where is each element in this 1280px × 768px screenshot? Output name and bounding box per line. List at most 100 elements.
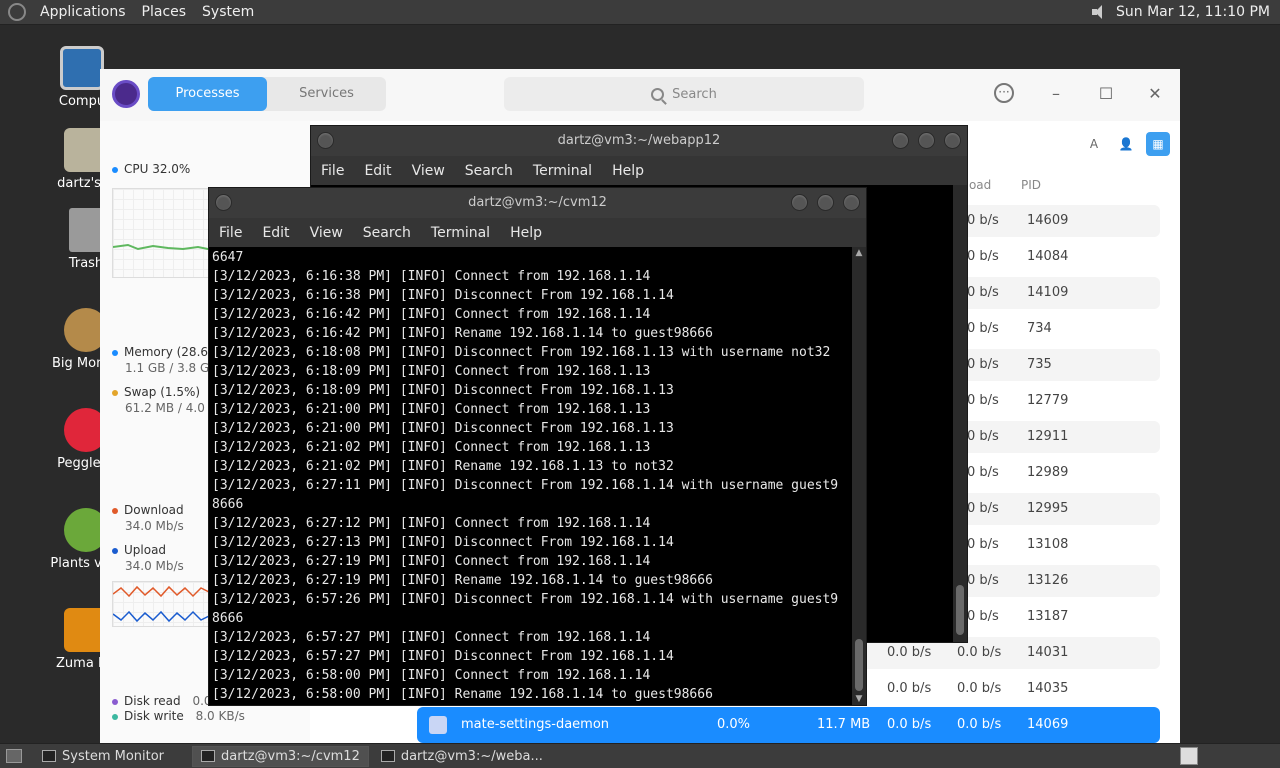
- process-pid: 14069: [1027, 717, 1069, 732]
- menu-file[interactable]: File: [311, 163, 354, 179]
- minimize-icon[interactable]: [791, 194, 808, 211]
- volume-icon[interactable]: [1090, 4, 1108, 20]
- user-icon[interactable]: 👤: [1114, 132, 1138, 156]
- menu-help[interactable]: Help: [500, 225, 552, 241]
- upload-label: Upload: [124, 543, 167, 557]
- taskbar-label: dartz@vm3:~/cvm12: [221, 748, 360, 764]
- menu-edit[interactable]: Edit: [252, 225, 299, 241]
- taskbar-item-terminal-webapp12[interactable]: dartz@vm3:~/weba...: [373, 746, 551, 767]
- minimize-icon[interactable]: –: [1045, 83, 1067, 105]
- network-graph-lines: [112, 585, 214, 623]
- download-label: Download: [124, 503, 184, 517]
- terminal-scrollbar[interactable]: [953, 185, 967, 642]
- menu-system[interactable]: System: [194, 4, 262, 20]
- menu-view[interactable]: View: [300, 225, 353, 241]
- menu-terminal[interactable]: Terminal: [421, 225, 500, 241]
- menu-file[interactable]: File: [209, 225, 252, 241]
- terminal-line: [3/12/2023, 6:57:26 PM] [INFO] Disconnec…: [212, 592, 839, 607]
- terminal-window-cvm12: dartz@vm3:~/cvm12 File Edit View Search …: [208, 187, 867, 706]
- close-icon[interactable]: ✕: [1144, 83, 1166, 105]
- terminal-line: [3/12/2023, 6:21:02 PM] [INFO] Rename 19…: [212, 459, 674, 474]
- taskbar-item-terminal-cvm12[interactable]: dartz@vm3:~/cvm12: [192, 745, 369, 767]
- memory-dot: [112, 349, 118, 356]
- terminal-icon: [201, 750, 216, 762]
- upload-stat[interactable]: Upload 34.0 Mb/s: [112, 543, 184, 573]
- terminal-line: [3/12/2023, 6:27:19 PM] [INFO] Connect f…: [212, 554, 651, 569]
- mate-logo-icon[interactable]: [8, 3, 26, 21]
- show-desktop-icon[interactable]: [6, 749, 22, 763]
- terminal-line: 8666: [212, 611, 244, 626]
- cpu-dot: [112, 166, 118, 173]
- close-icon[interactable]: [944, 132, 961, 149]
- scroll-down-icon[interactable]: ▼: [852, 693, 866, 705]
- scrollbar-thumb[interactable]: [855, 639, 863, 691]
- terminal-line: [3/12/2023, 6:16:38 PM] [INFO] Connect f…: [212, 269, 651, 284]
- terminal-scrollbar[interactable]: ▲ ▼: [852, 247, 866, 705]
- search-input[interactable]: Search: [504, 77, 864, 111]
- taskbar-label: dartz@vm3:~/weba...: [400, 748, 543, 764]
- terminal-output[interactable]: 6647 [3/12/2023, 6:16:38 PM] [INFO] Conne…: [209, 247, 852, 705]
- search-placeholder: Search: [672, 86, 717, 102]
- swap-dot: [112, 389, 118, 396]
- computer-icon: [60, 46, 104, 90]
- clock[interactable]: Sun Mar 12, 11:10 PM: [1116, 4, 1270, 20]
- disk-write-label: Disk write: [124, 709, 184, 723]
- grid-view-icon[interactable]: ▦: [1146, 132, 1170, 156]
- maximize-icon[interactable]: [817, 194, 834, 211]
- menu-terminal[interactable]: Terminal: [523, 163, 602, 179]
- search-icon: [651, 87, 665, 101]
- disk-read-stat[interactable]: Disk read 0.0: [112, 694, 212, 708]
- close-icon[interactable]: [843, 194, 860, 211]
- terminal-line: [3/12/2023, 6:18:09 PM] [INFO] Disconnec…: [212, 383, 674, 398]
- scroll-up-icon[interactable]: ▲: [852, 247, 866, 259]
- download-stat[interactable]: Download 34.0 Mb/s: [112, 503, 184, 533]
- desktop-icon-label: Compu: [58, 94, 106, 109]
- window-menu-icon[interactable]: [317, 132, 334, 149]
- cpu-stat[interactable]: CPU 32.0%: [112, 162, 190, 176]
- terminal-menubar: File Edit View Search Terminal Help: [209, 218, 866, 247]
- menu-help[interactable]: Help: [602, 163, 654, 179]
- top-menu: Applications Places System: [32, 4, 262, 20]
- terminal-line: 8666: [212, 497, 244, 512]
- cpu-graph-line: [112, 243, 214, 251]
- menu-edit[interactable]: Edit: [354, 163, 401, 179]
- tab-services[interactable]: Services: [267, 77, 386, 111]
- memory-stat[interactable]: Memory (28.6% 1.1 GB / 3.8 GB: [112, 345, 219, 375]
- window-icon: [42, 750, 56, 762]
- menu-icon[interactable]: ···: [994, 83, 1014, 103]
- menu-view[interactable]: View: [402, 163, 455, 179]
- menu-search[interactable]: Search: [353, 225, 421, 241]
- tab-processes[interactable]: Processes: [148, 77, 267, 111]
- terminal-line: [3/12/2023, 6:58:00 PM] [INFO] Rename 19…: [212, 687, 713, 702]
- menu-search[interactable]: Search: [455, 163, 523, 179]
- window-menu-icon[interactable]: [215, 194, 232, 211]
- terminal-titlebar[interactable]: dartz@vm3:~/webapp12: [311, 126, 967, 156]
- workspace-switcher-icon[interactable]: [1180, 747, 1198, 765]
- column-pid[interactable]: PID: [1021, 178, 1041, 192]
- menu-applications[interactable]: Applications: [32, 4, 134, 20]
- terminal-line: [3/12/2023, 6:27:19 PM] [INFO] Rename 19…: [212, 573, 713, 588]
- terminal-line: [3/12/2023, 6:16:42 PM] [INFO] Connect f…: [212, 307, 651, 322]
- terminal-icon: [380, 750, 395, 762]
- terminal-line: 6647: [212, 250, 244, 265]
- upload-value: 34.0 Mb/s: [125, 559, 184, 573]
- download-dot: [112, 507, 118, 514]
- terminal-titlebar[interactable]: dartz@vm3:~/cvm12: [209, 188, 866, 218]
- memory-value: 1.1 GB / 3.8 GB: [125, 361, 218, 375]
- selected-process-row[interactable]: mate-settings-daemon 0.0% 11.7 MB 0.0 b/…: [417, 707, 1160, 743]
- terminal-line: [3/12/2023, 6:21:00 PM] [INFO] Disconnec…: [212, 421, 674, 436]
- process-name: mate-settings-daemon: [461, 717, 610, 732]
- text-view-icon[interactable]: A: [1082, 132, 1106, 156]
- maximize-icon[interactable]: [918, 132, 935, 149]
- minimize-icon[interactable]: [892, 132, 909, 149]
- maximize-icon[interactable]: ☐: [1095, 83, 1117, 105]
- taskbar-item-system-monitor[interactable]: System Monitor: [34, 746, 172, 767]
- swap-label: Swap (1.5%): [124, 385, 201, 399]
- view-toolbar: A 👤 ▦: [1082, 132, 1170, 156]
- terminal-line: [3/12/2023, 6:58:00 PM] [INFO] Connect f…: [212, 668, 651, 683]
- terminal-line: [3/12/2023, 6:18:08 PM] [INFO] Disconnec…: [212, 345, 831, 360]
- disk-write-stat[interactable]: Disk write 8.0 KB/s: [112, 709, 245, 723]
- scrollbar-thumb[interactable]: [956, 585, 964, 635]
- network-graph: [112, 581, 214, 627]
- menu-places[interactable]: Places: [134, 4, 195, 20]
